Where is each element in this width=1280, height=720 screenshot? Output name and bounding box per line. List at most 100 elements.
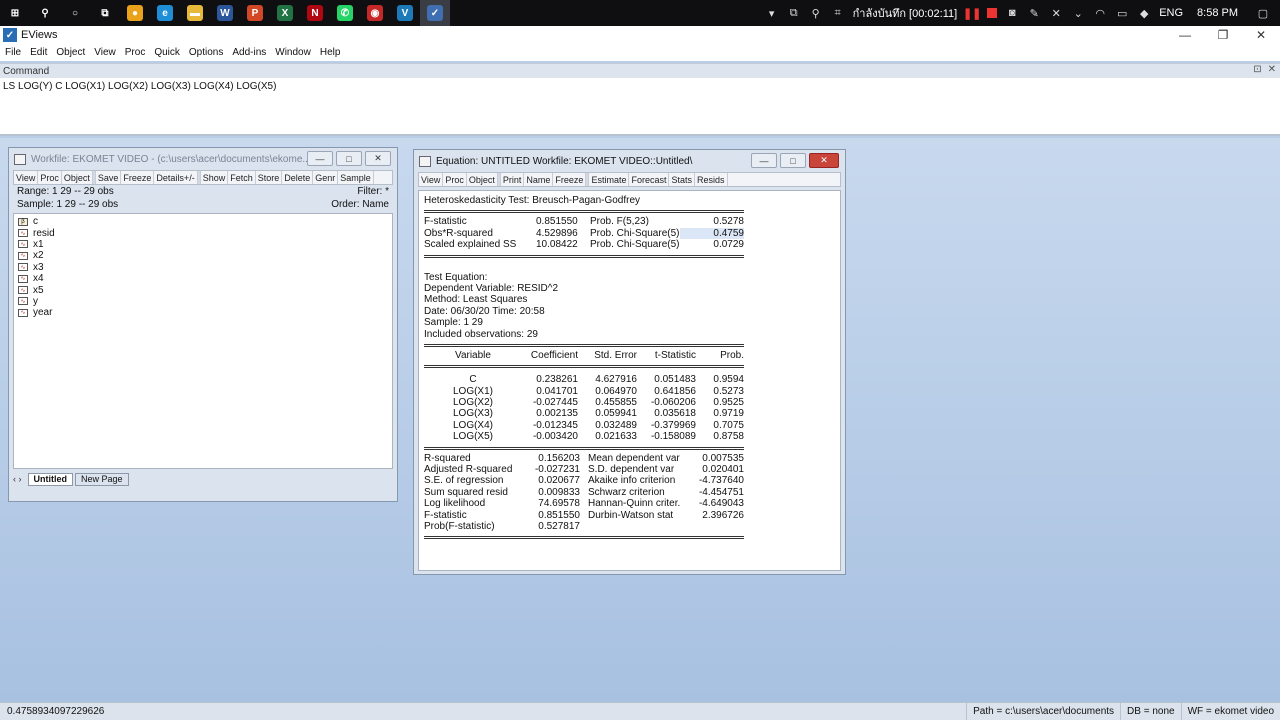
pause-icon[interactable]: ❚❚ [963,6,981,20]
list-item[interactable]: ∿ x4 [18,273,388,284]
dropbox-icon[interactable]: ◆ [1137,6,1151,20]
filter-label[interactable]: Filter: * [357,185,389,198]
minimize-button[interactable]: — [307,151,333,166]
toolbar-proc-button[interactable]: Proc [443,173,467,186]
tab-untitled[interactable]: Untitled [27,472,73,486]
toolbar-sample-button[interactable]: Sample [338,171,374,184]
toolbar-stats-button[interactable]: Stats [669,173,695,186]
page-nav-arrows-icon[interactable]: ‹ › [13,474,22,484]
taskbar-app-whatsapp[interactable]: ✆ [330,0,360,26]
toolbar-proc-button[interactable]: Proc [38,171,62,184]
toolbar-name-button[interactable]: Name [524,173,554,186]
coef-cell: 0.7075 [713,419,744,431]
list-item[interactable]: ∿ resid [18,227,388,239]
list-item[interactable]: ∿ x5 [18,284,388,296]
taskbar-app-netflix[interactable]: N [300,0,330,26]
status-db[interactable]: DB = none [1120,702,1181,720]
pen-icon[interactable]: ✎ [1027,6,1041,20]
toolbar-show-button[interactable]: Show [201,171,229,184]
toolbar-delete-button[interactable]: Delete [282,171,314,184]
list-item[interactable]: βc [18,216,388,227]
menu-file[interactable]: File [5,47,21,58]
workfile-title-bar[interactable]: Workfile: EKOMET VIDEO - (c:\users\acer\… [9,148,397,170]
list-item[interactable]: ∿ y [18,296,388,307]
toolbar-forecast-button[interactable]: Forecast [629,173,670,186]
close-button[interactable]: ✕ [1242,26,1280,44]
status-path[interactable]: Path = c:\users\acer\documents [966,702,1120,720]
menu-edit[interactable]: Edit [30,47,47,58]
taskbar-app-cortana[interactable]: ○ [60,0,90,26]
taskbar-app-chrome[interactable]: ● [120,0,150,26]
maximize-button[interactable]: □ [336,151,362,166]
wifi-icon[interactable]: ◠ [1093,6,1107,20]
menu-proc[interactable]: Proc [125,47,146,58]
list-item[interactable]: ∿ x2 [18,250,388,261]
command-window[interactable]: LS LOG(Y) C LOG(X1) LOG(X2) LOG(X3) LOG(… [0,78,1280,136]
summary-cell[interactable]: 0.4759 [680,227,744,240]
equation-title-bar[interactable]: Equation: UNTITLED Workfile: EKOMET VIDE… [414,150,845,172]
toolbar-details-button[interactable]: Details+/- [154,171,198,184]
toolbar-view-button[interactable]: View [419,173,444,186]
battery-icon[interactable]: ▭ [1115,6,1129,20]
tab-new-page[interactable]: New Page [75,472,129,486]
camera-icon[interactable]: ◙ [1005,6,1019,20]
notification-icon[interactable]: ▢ [1256,6,1270,20]
taskbar-app-visio[interactable]: V [390,0,420,26]
list-item[interactable]: ∿ x1 [18,239,388,250]
sample-label[interactable]: Sample: 1 29 -- 29 obs [17,199,118,210]
menu-view[interactable]: View [94,47,116,58]
toolbar-resids-button[interactable]: Resids [695,173,728,186]
command-text[interactable]: LS LOG(Y) C LOG(X1) LOG(X2) LOG(X3) LOG(… [3,81,1277,92]
maximize-button[interactable]: □ [780,153,806,168]
toolbar-freeze-button[interactable]: Freeze [121,171,155,184]
restore-button[interactable]: ❐ [1204,26,1242,44]
search-icon[interactable]: ⚲ [809,6,823,20]
minimize-button[interactable]: — [1166,26,1204,44]
taskbar-app-excel[interactable]: X [270,0,300,26]
recorder-icon: ◉ [367,5,383,21]
taskbar-app-search[interactable]: ⚲ [30,0,60,26]
taskbar-app-start-menu[interactable]: ⊞ [0,0,30,26]
toolbar-object-button[interactable]: Object [467,173,498,186]
taskbar-app-task-view[interactable]: ⧉ [90,0,120,26]
clock[interactable]: 8:58 PM [1197,7,1238,19]
menu-quick[interactable]: Quick [154,47,180,58]
pin-icon[interactable]: ⊡ [1253,64,1261,75]
menu-help[interactable]: Help [320,47,341,58]
taskbar-app-eviews[interactable]: ✓ [420,0,450,26]
close-icon[interactable]: ✕ [1049,6,1063,20]
taskbar-app-word[interactable]: W [210,0,240,26]
close-icon[interactable]: ✕ [1268,64,1276,75]
taskbar-app-powerpoint[interactable]: P [240,0,270,26]
menu-options[interactable]: Options [189,47,223,58]
menu-object[interactable]: Object [56,47,85,58]
status-wf[interactable]: WF = ekomet video [1180,702,1280,720]
toolbar-estimate-button[interactable]: Estimate [589,173,630,186]
close-button[interactable]: ✕ [809,153,839,168]
menu-window[interactable]: Window [275,47,311,58]
toolbar-save-button[interactable]: Save [96,171,122,184]
order-label[interactable]: Order: Name [331,198,389,211]
taskbar-app-file-explorer[interactable]: ▬ [180,0,210,26]
toolbar-view-button[interactable]: View [14,171,39,184]
minimize-button[interactable]: — [751,153,777,168]
crop-icon[interactable]: ⌗ [831,6,845,20]
list-item[interactable]: ∿ year [18,307,388,318]
close-button[interactable]: ✕ [365,151,391,166]
list-item[interactable]: ∿ x3 [18,262,388,273]
taskbar-app-recorder[interactable]: ◉ [360,0,390,26]
window-capture-icon[interactable]: ⧉ [787,6,801,20]
range-label[interactable]: Range: 1 29 -- 29 obs [17,186,114,197]
toolbar-print-button[interactable]: Print [501,173,525,186]
language-indicator[interactable]: ENG [1159,7,1183,19]
stop-icon[interactable] [987,8,998,18]
toolbar-genr-button[interactable]: Genr [313,171,339,184]
toolbar-freeze-button[interactable]: Freeze [553,173,587,186]
menu-add-ins[interactable]: Add-ins [232,47,266,58]
chevron-down-icon[interactable]: ▾ [765,6,779,20]
toolbar-object-button[interactable]: Object [62,171,93,184]
taskbar-app-edge[interactable]: e [150,0,180,26]
toolbar-fetch-button[interactable]: Fetch [228,171,256,184]
toolbar-store-button[interactable]: Store [256,171,283,184]
chevron-up-icon[interactable]: ⌄ [1071,6,1085,20]
